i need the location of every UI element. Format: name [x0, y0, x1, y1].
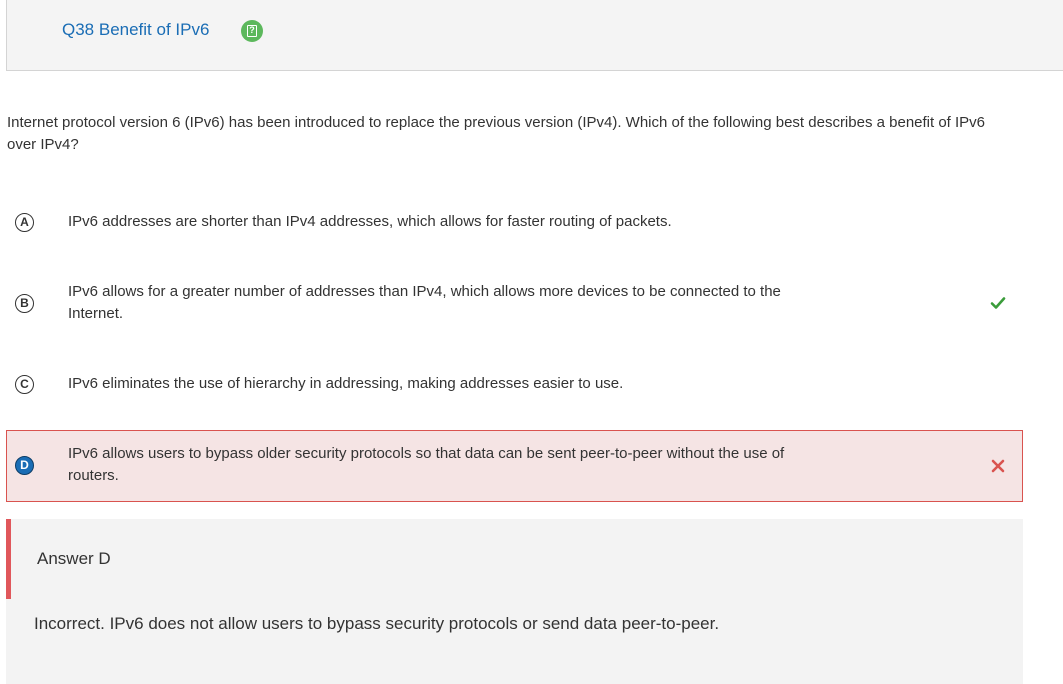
cross-icon: [991, 459, 1005, 473]
checkmark-icon: [990, 297, 1006, 309]
option-text-a: IPv6 addresses are shorter than IPv4 add…: [68, 213, 672, 230]
option-b[interactable]: B IPv6 allows for a greater number of ad…: [6, 270, 1023, 336]
option-d[interactable]: D IPv6 allows users to bypass older secu…: [6, 430, 1023, 502]
answer-panel: Answer D Incorrect. IPv6 does not allow …: [6, 519, 1023, 684]
hint-glyph: ?: [247, 25, 257, 37]
answer-explanation: Incorrect. IPv6 does not allow users to …: [34, 614, 720, 633]
option-text-b: IPv6 allows for a greater number of addr…: [68, 283, 781, 322]
option-text-c: IPv6 eliminates the use of hierarchy in …: [68, 375, 624, 392]
option-letter-d: D: [15, 456, 34, 475]
question-title: Q38 Benefit of IPv6: [62, 20, 210, 39]
answer-accent-bar: [6, 519, 11, 599]
option-text-d: IPv6 allows users to bypass older securi…: [68, 445, 785, 484]
question-text: Internet protocol version 6 (IPv6) has b…: [7, 114, 986, 153]
question-header: Q38 Benefit of IPv6 ?: [6, 0, 1063, 71]
option-letter-a: A: [15, 213, 34, 232]
option-letter-b: B: [15, 294, 34, 313]
answer-title: Answer D: [37, 549, 111, 568]
option-c[interactable]: C IPv6 eliminates the use of hierarchy i…: [6, 362, 1023, 406]
question-mark-icon[interactable]: ?: [241, 20, 263, 42]
option-letter-c: C: [15, 375, 34, 394]
option-a[interactable]: A IPv6 addresses are shorter than IPv4 a…: [6, 200, 1023, 244]
